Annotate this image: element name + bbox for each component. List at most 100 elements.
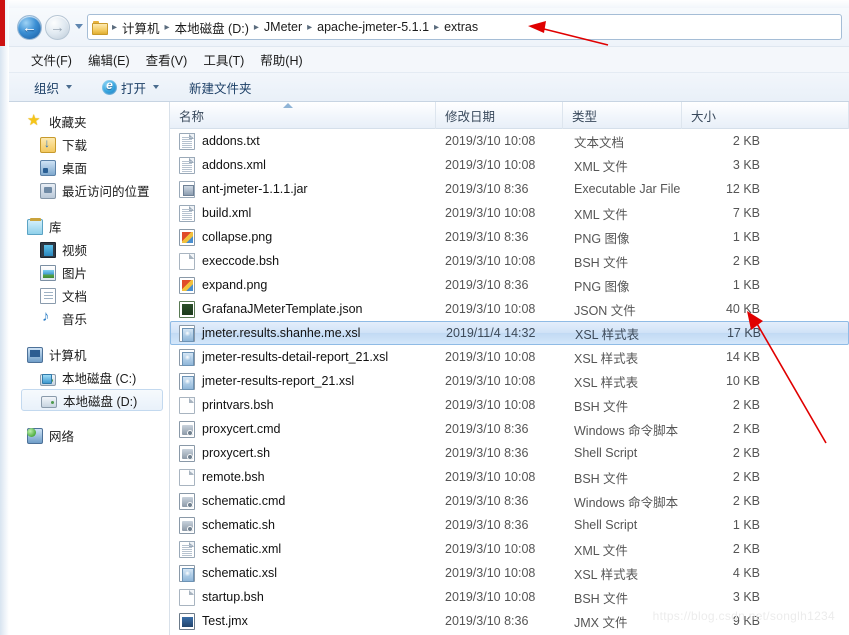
file-name-label: addons.txt	[202, 134, 260, 148]
organize-label: 组织	[34, 81, 60, 96]
menu-bar: 文件(F) 编辑(E) 查看(V) 工具(T) 帮助(H)	[9, 46, 849, 72]
address-input[interactable]: ▸ 计算机 ▸ 本地磁盘 (D:) ▸ JMeter ▸ apache-jmeter-5.1.…	[87, 14, 842, 40]
column-header-type[interactable]: 类型	[563, 102, 682, 129]
column-header-size[interactable]: 大小	[682, 102, 849, 129]
table-row[interactable]: remote.bsh 2019/3/10 10:08 BSH 文件 2 KB	[170, 465, 849, 489]
file-name-cell: build.xml	[179, 204, 437, 222]
breadcrumb-item[interactable]: 计算机	[119, 16, 163, 39]
file-type-cell: PNG 图像	[574, 231, 630, 246]
new-folder-button[interactable]: 新建文件夹	[182, 75, 259, 100]
file-size-cell: 10 KB	[725, 374, 760, 388]
plain-file-icon	[179, 396, 195, 414]
file-name-cell: proxycert.cmd	[179, 420, 437, 438]
breadcrumb-item[interactable]: extras	[441, 18, 481, 36]
file-name-cell: startup.bsh	[179, 588, 437, 606]
nav-item-music[interactable]: 音乐	[9, 307, 169, 330]
table-row[interactable]: schematic.xml 2019/3/10 10:08 XML 文件 2 KB	[170, 537, 849, 561]
nav-item-label: 下载	[62, 139, 88, 153]
menu-item-4[interactable]: 帮助(H)	[252, 47, 310, 72]
table-row[interactable]: GrafanaJMeterTemplate.json 2019/3/10 10:0…	[170, 297, 849, 321]
nav-item-network[interactable]: 网络	[9, 424, 169, 447]
table-row[interactable]: addons.xml 2019/3/10 10:08 XML 文件 3 KB	[170, 153, 849, 177]
breadcrumb-item[interactable]: JMeter	[261, 18, 305, 36]
nav-group-gap	[9, 411, 169, 424]
nav-item-label: 视频	[62, 244, 88, 258]
table-row[interactable]: schematic.xsl 2019/3/10 10:08 XSL 样式表 4 KB	[170, 561, 849, 585]
recent-pages-chevron-down-icon[interactable]	[75, 24, 83, 29]
column-header-name[interactable]: 名称	[170, 102, 436, 129]
menu-item-3[interactable]: 工具(T)	[195, 47, 252, 72]
file-name-label: printvars.bsh	[202, 398, 274, 412]
table-row[interactable]: jmeter-results-detail-report_21.xsl 2019/…	[170, 345, 849, 369]
table-row[interactable]: expand.png 2019/3/10 8:36 PNG 图像 1 KB	[170, 273, 849, 297]
breadcrumb-item[interactable]: 本地磁盘 (D:)	[172, 16, 252, 39]
nav-item-picture[interactable]: 图片	[9, 261, 169, 284]
drive-icon	[41, 396, 57, 408]
nav-item-computer[interactable]: 计算机	[9, 343, 169, 366]
file-size-cell: 2 KB	[732, 470, 760, 484]
file-date-cell: 2019/3/10 10:08	[445, 254, 536, 268]
nav-item-library[interactable]: 库	[9, 215, 169, 238]
table-row[interactable]: addons.txt 2019/3/10 10:08 文本文档 2 KB	[170, 129, 849, 153]
file-name-label: schematic.sh	[202, 518, 275, 532]
nav-item-video[interactable]: 视频	[9, 238, 169, 261]
file-type-cell: 文本文档	[574, 135, 625, 150]
file-type-cell: XML 文件	[574, 207, 628, 222]
table-row[interactable]: jmeter.results.shanhe.me.xsl 2019/11/4 14…	[170, 321, 849, 345]
table-row[interactable]: collapse.png 2019/3/10 8:36 PNG 图像 1 KB	[170, 225, 849, 249]
nav-item-star[interactable]: 收藏夹	[9, 110, 169, 133]
desktop-icon	[40, 159, 56, 176]
table-row[interactable]: schematic.cmd 2019/3/10 8:36 Windows 命令脚本 2…	[170, 489, 849, 513]
file-name-cell: schematic.sh	[179, 516, 437, 534]
jmx-file-icon	[179, 612, 195, 630]
video-icon	[40, 241, 56, 258]
folder-icon	[92, 20, 108, 35]
table-row[interactable]: build.xml 2019/3/10 10:08 XML 文件 7 KB	[170, 201, 849, 225]
file-type-cell: Shell Script	[574, 446, 638, 460]
forward-button[interactable]: →	[45, 15, 70, 40]
nav-item-download-folder[interactable]: 下载	[9, 133, 169, 156]
back-button[interactable]: ←	[17, 15, 42, 40]
text-file-icon	[179, 132, 195, 150]
file-type-cell: XSL 样式表	[574, 351, 639, 366]
jar-file-icon	[179, 180, 195, 198]
table-row[interactable]: ant-jmeter-1.1.1.jar 2019/3/10 8:36 Execut…	[170, 177, 849, 201]
organize-button[interactable]: 组织	[27, 75, 79, 100]
column-header-date[interactable]: 修改日期	[436, 102, 563, 129]
file-name-label: jmeter.results.shanhe.me.xsl	[202, 326, 361, 340]
table-row[interactable]: proxycert.sh 2019/3/10 8:36 Shell Script 2 …	[170, 441, 849, 465]
new-folder-label: 新建文件夹	[189, 81, 252, 96]
explorer-body: 收藏夹下载桌面最近访问的位置库视频图片文档音乐计算机本地磁盘 (C:) 本地磁盘 …	[9, 102, 849, 635]
menu-item-1[interactable]: 编辑(E)	[80, 47, 138, 72]
breadcrumb-separator: ▸	[164, 21, 170, 33]
table-row[interactable]: schematic.sh 2019/3/10 8:36 Shell Script 1 …	[170, 513, 849, 537]
nav-item-system-drive[interactable]: 本地磁盘 (C:)	[9, 366, 169, 389]
table-row[interactable]: printvars.bsh 2019/3/10 10:08 BSH 文件 2 KB	[170, 393, 849, 417]
nav-item-label: 桌面	[62, 162, 88, 176]
script-file-icon	[179, 444, 195, 462]
file-type-cell: PNG 图像	[574, 279, 630, 294]
breadcrumb-separator: ▸	[112, 21, 118, 33]
nav-item-label: 网络	[49, 430, 75, 444]
breadcrumb-item[interactable]: apache-jmeter-5.1.1	[314, 18, 432, 36]
chevron-down-icon	[66, 85, 73, 89]
table-row[interactable]: startup.bsh 2019/3/10 10:08 BSH 文件 3 KB	[170, 585, 849, 609]
file-name-label: ant-jmeter-1.1.1.jar	[202, 182, 308, 196]
menu-item-0[interactable]: 文件(F)	[23, 47, 80, 72]
xml-file-icon	[179, 156, 195, 174]
nav-item-recent-places[interactable]: 最近访问的位置	[9, 179, 169, 202]
table-row[interactable]: proxycert.cmd 2019/3/10 8:36 Windows 命令脚本 2…	[170, 417, 849, 441]
xsl-file-icon	[179, 372, 195, 390]
file-size-cell: 7 KB	[732, 206, 760, 220]
table-row[interactable]: execcode.bsh 2019/3/10 10:08 BSH 文件 2 KB	[170, 249, 849, 273]
file-date-cell: 2019/3/10 8:36	[445, 182, 529, 196]
nav-item-documents[interactable]: 文档	[9, 284, 169, 307]
table-row[interactable]: jmeter-results-report_21.xsl 2019/3/10 10…	[170, 369, 849, 393]
menu-item-2[interactable]: 查看(V)	[138, 47, 196, 72]
open-button[interactable]: 打开	[95, 75, 166, 100]
nav-item-desktop[interactable]: 桌面	[9, 156, 169, 179]
file-size-cell: 2 KB	[732, 134, 760, 148]
file-name-cell: schematic.cmd	[179, 492, 437, 510]
file-size-cell: 3 KB	[732, 590, 760, 604]
nav-item-drive[interactable]: 本地磁盘 (D:)	[21, 389, 163, 411]
